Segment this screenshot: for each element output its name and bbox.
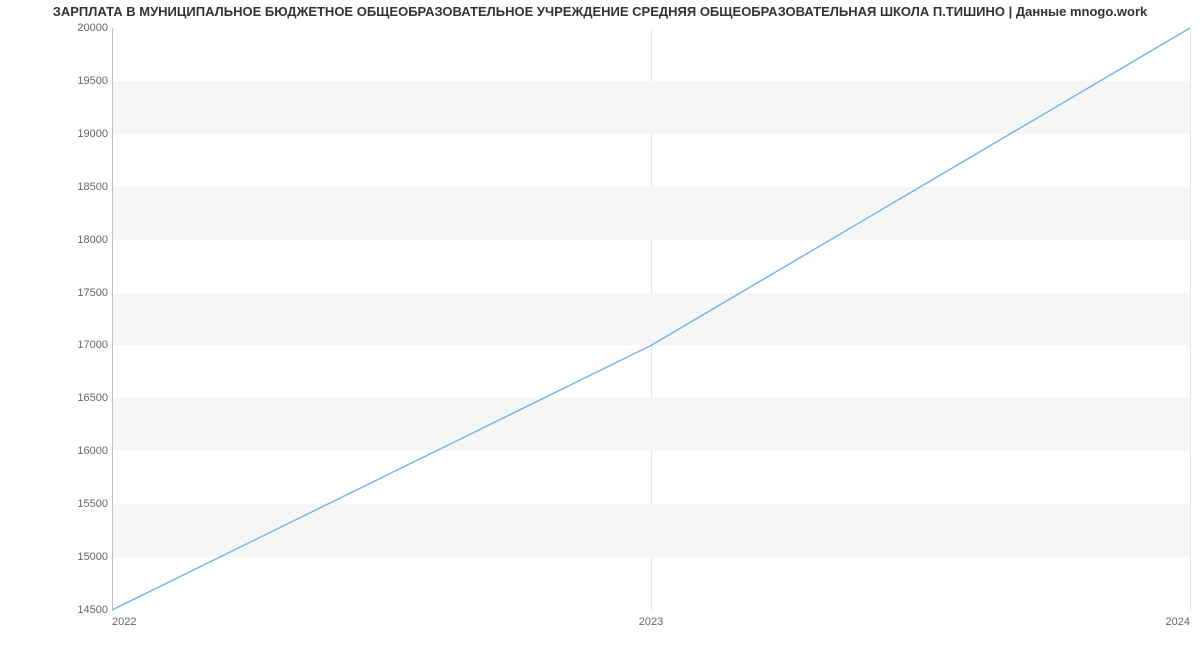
- y-tick-label: 18000: [58, 234, 108, 246]
- y-tick-label: 17000: [58, 339, 108, 351]
- y-tick-label: 19000: [58, 128, 108, 140]
- x-tick-label: 2024: [1166, 616, 1190, 628]
- chart-container: ЗАРПЛАТА В МУНИЦИПАЛЬНОЕ БЮДЖЕТНОЕ ОБЩЕО…: [0, 0, 1200, 650]
- y-tick-label: 19500: [58, 75, 108, 87]
- x-tick-label: 2022: [112, 616, 136, 628]
- y-tick-label: 15000: [58, 551, 108, 563]
- x-tick-line: [1190, 29, 1191, 611]
- y-tick-label: 17500: [58, 287, 108, 299]
- y-tick-label: 18500: [58, 181, 108, 193]
- chart-title: ЗАРПЛАТА В МУНИЦИПАЛЬНОЕ БЮДЖЕТНОЕ ОБЩЕО…: [0, 4, 1200, 19]
- plot-area: [112, 28, 1190, 610]
- y-tick-label: 16000: [58, 445, 108, 457]
- x-tick-label: 2023: [639, 616, 663, 628]
- y-tick-label: 20000: [58, 22, 108, 34]
- y-tick-label: 16500: [58, 392, 108, 404]
- y-tick-label: 15500: [58, 498, 108, 510]
- y-tick-label: 14500: [58, 604, 108, 616]
- chart-line: [112, 28, 1190, 610]
